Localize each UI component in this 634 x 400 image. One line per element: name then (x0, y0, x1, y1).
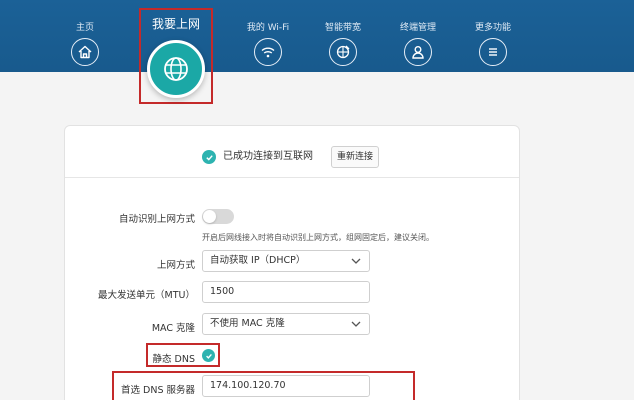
toggle-knob (203, 210, 216, 223)
nav-item-label: 终端管理 (399, 23, 436, 33)
success-check-icon (202, 150, 216, 164)
auto-detect-label: 自动识别上网方式 (118, 214, 195, 225)
user-icon (404, 38, 432, 66)
auto-detect-toggle[interactable] (202, 209, 234, 224)
connection-status-row: 已成功连接到互联网 重新连接 (65, 126, 519, 178)
nav-item-label: 我的 Wi-Fi (246, 23, 290, 33)
chevron-down-icon (351, 321, 361, 327)
mode-select[interactable]: 自动获取 IP（DHCP） (202, 250, 370, 272)
mac-clone-label: MAC 克隆 (151, 323, 195, 334)
mac-clone-select[interactable]: 不使用 MAC 克隆 (202, 313, 370, 335)
nav-item-label: 主页 (75, 23, 94, 33)
nav-item-active-label: 我要上网 (151, 17, 200, 31)
nav-item-bandwidth[interactable]: 智能带宽 (308, 22, 378, 66)
mode-label: 上网方式 (156, 260, 195, 271)
connection-status-text: 已成功连接到互联网 (223, 151, 313, 162)
wifi-icon (254, 38, 282, 66)
mac-clone-select-value: 不使用 MAC 克隆 (210, 318, 285, 329)
nav-item-label: 智能带宽 (324, 23, 361, 33)
nav-item-home[interactable]: 主页 (50, 22, 120, 66)
nav-item-devices[interactable]: 终端管理 (383, 22, 453, 66)
nav-item-label: 更多功能 (474, 23, 511, 33)
bandwidth-icon (329, 38, 357, 66)
mtu-input[interactable]: 1500 (202, 281, 370, 303)
chevron-down-icon (351, 258, 361, 264)
static-dns-highlight (146, 343, 220, 367)
dns-server-highlight (112, 371, 415, 400)
reconnect-button[interactable]: 重新连接 (331, 146, 379, 168)
mtu-label: 最大发送单元（MTU） (98, 290, 195, 301)
home-icon (71, 38, 99, 66)
menu-icon (479, 38, 507, 66)
top-nav-bar: 主页 我要上网 我的 Wi-Fi 智能带宽 终端管理 更多功能 (0, 0, 634, 104)
mode-select-value: 自动获取 IP（DHCP） (210, 255, 306, 266)
internet-settings-panel: 已成功连接到互联网 重新连接 自动识别上网方式 开启后网线接入时将自动识别上网方… (64, 125, 520, 400)
nav-item-more[interactable]: 更多功能 (458, 22, 528, 66)
nav-item-wifi[interactable]: 我的 Wi-Fi (233, 22, 303, 66)
globe-icon (147, 40, 205, 98)
nav-item-internet[interactable]: 我要上网 (139, 8, 213, 104)
auto-detect-hint: 开启后网线接入时将自动识别上网方式，组网固定后，建议关闭。 (202, 233, 434, 242)
